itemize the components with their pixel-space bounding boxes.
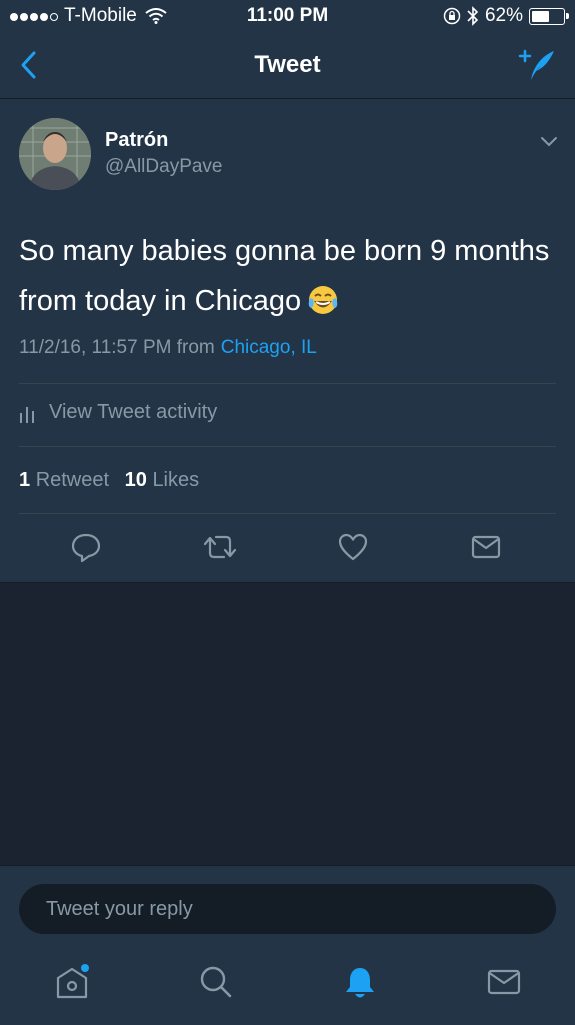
like-count: 10	[124, 469, 147, 491]
view-tweet-activity-button[interactable]: View Tweet activity	[19, 401, 217, 424]
tweet-text: So many babies gonna be born 9 months fr…	[19, 226, 559, 326]
retweet-icon[interactable]	[202, 531, 238, 563]
retweet-label: Retweet	[35, 469, 110, 491]
compose-tweet-icon[interactable]	[517, 44, 557, 84]
retweet-count: 1	[19, 469, 31, 491]
tweet-detail: Patrón @AllDayPave So many babies gonna …	[0, 99, 575, 583]
avatar-photo	[19, 118, 91, 190]
reply-input[interactable]: Tweet your reply	[19, 884, 556, 934]
mail-icon[interactable]	[486, 964, 522, 1000]
author-handle[interactable]: @AllDayPave	[105, 156, 223, 178]
search-icon[interactable]	[198, 964, 234, 1000]
status-right: 62%	[443, 5, 569, 27]
bell-icon[interactable]	[342, 964, 378, 1002]
reply-icon[interactable]	[70, 531, 102, 563]
tears-of-joy-emoji-icon	[308, 286, 338, 314]
likes-stat[interactable]: 10 Likes	[125, 469, 200, 491]
tweet-actions	[0, 531, 575, 567]
home-notification-dot	[81, 964, 89, 972]
chevron-down-icon[interactable]	[540, 135, 558, 147]
bluetooth-icon	[467, 6, 479, 26]
battery-percent: 62%	[484, 5, 523, 26]
bar-chart-icon	[20, 406, 34, 423]
bottom-panel: Tweet your reply	[0, 865, 575, 1025]
reply-placeholder: Tweet your reply	[46, 898, 193, 920]
retweets-stat[interactable]: 1 Retweet	[19, 469, 109, 491]
view-tweet-activity-label: View Tweet activity	[49, 401, 218, 423]
author-name[interactable]: Patrón	[105, 129, 168, 152]
tweet-meta: 11/2/16, 11:57 PM from Chicago, IL	[19, 337, 317, 359]
avatar[interactable]	[19, 118, 91, 190]
orientation-lock-icon	[443, 7, 461, 25]
divider	[19, 383, 556, 384]
content-area	[0, 583, 575, 864]
tweet-timestamp: 11/2/16, 11:57 PM from	[19, 337, 215, 358]
divider	[19, 513, 556, 514]
status-bar: T-Mobile 11:00 PM 62%	[0, 0, 575, 34]
heart-icon[interactable]	[337, 531, 369, 563]
battery-icon	[529, 7, 569, 25]
like-label: Likes	[152, 469, 200, 491]
page-title: Tweet	[254, 51, 321, 78]
tweet-location-link[interactable]: Chicago, IL	[221, 337, 317, 358]
nav-bar: Tweet	[0, 34, 575, 99]
battery-level	[532, 10, 550, 22]
mail-icon[interactable]	[470, 531, 502, 563]
tweet-stats: 1 Retweet 10 Likes	[19, 469, 199, 492]
divider	[19, 446, 556, 447]
tweet-text-body: So many babies gonna be born 9 months fr…	[19, 235, 550, 317]
